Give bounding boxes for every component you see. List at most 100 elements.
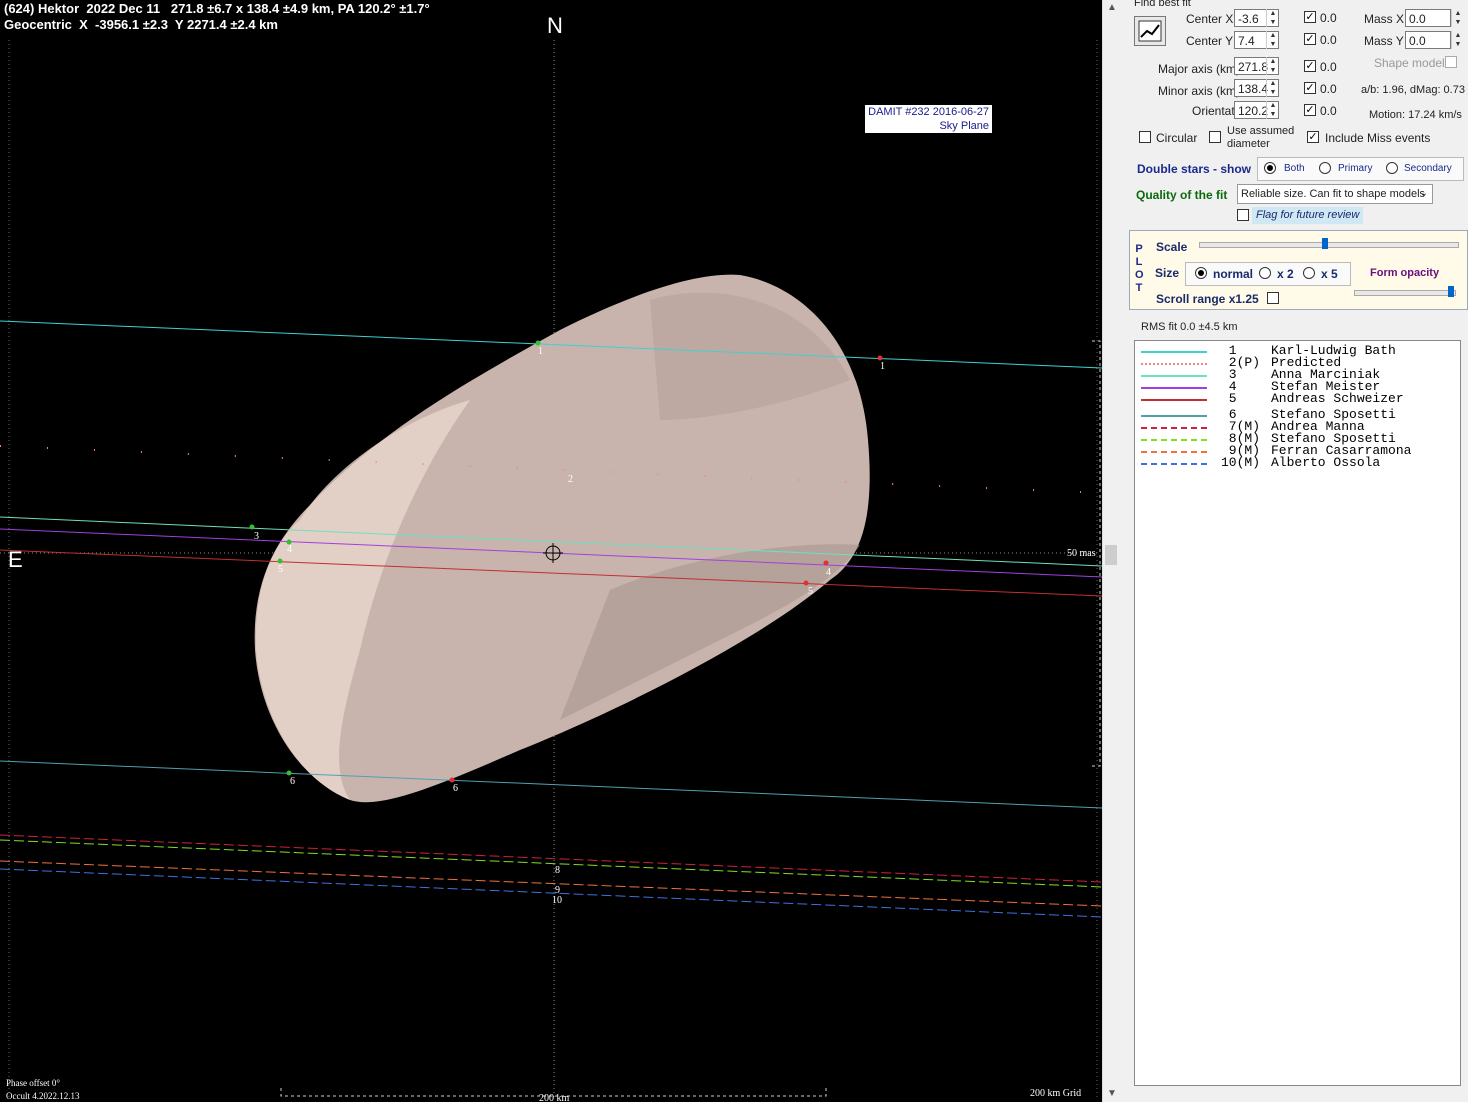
scroll-range-checkbox[interactable] [1267,292,1279,304]
damit-label: DAMIT #232 2016-06-27 Sky Plane [865,105,992,133]
chord-6 [0,760,1102,809]
flag-label: Flag for future review [1252,207,1363,224]
legend-number: 5 [1221,391,1237,406]
svg-text:6: 6 [453,783,458,794]
minor-axis-spinner[interactable]: ▲ ▼ [1266,79,1279,97]
scroll-up-icon[interactable]: ▲ [1107,2,1117,13]
occultation-plot[interactable]: 1 1 2 3 4 5 4 5 6 6 8 9 10 (624) Hektor … [0,0,1102,1102]
size-x2-radio[interactable] [1259,267,1271,279]
center-y-checkbox[interactable]: ✓ [1304,33,1316,45]
double-stars-label: Double stars - show [1137,162,1252,176]
center-y-value: 0.0 [1320,33,1337,47]
plot-scrollbar[interactable]: ▲ ▼ [1102,0,1120,1102]
legend-swatch [1141,387,1207,389]
mass-x-input[interactable]: 0.0 [1405,9,1451,27]
quality-value: Reliable size. Can fit to shape models [1241,188,1426,200]
orientation-spinner[interactable]: ▲ ▼ [1266,101,1279,119]
include-miss-checkbox[interactable]: ✓ [1307,131,1319,143]
center-x-checkbox[interactable]: ✓ [1304,11,1316,23]
opacity-slider-thumb[interactable] [1448,286,1454,297]
legend-observer: Alberto Ossola [1271,455,1381,470]
svg-text:8: 8 [555,865,560,876]
plot-letter: O [1135,269,1144,281]
event-marker [535,340,541,346]
svg-text:4: 4 [287,544,292,555]
ab-dmag-label: a/b: 1.96, dMag: 0.73 [1361,84,1465,96]
legend-row: 10(M) Alberto Ossola [1135,455,1455,470]
plot-vertical-label: P L O T [1135,243,1144,295]
event-marker [277,558,283,564]
chord-9 [0,860,1102,907]
center-x-spinner[interactable]: ▲ ▼ [1266,9,1279,27]
use-assumed-label: Use assumed [1227,125,1295,137]
flag-checkbox[interactable] [1237,209,1249,221]
scroll-range-label: Scroll range x1.25 [1156,292,1259,306]
scale-label: Scale [1156,240,1188,254]
svg-text:5: 5 [278,564,283,575]
size-x5-label: x 5 [1321,267,1338,281]
east-label: E [8,547,23,572]
mass-y-spinner[interactable]: ▲ ▼ [1451,31,1464,49]
header-line-1: (624) Hektor 2022 Dec 11 271.8 ±6.7 x 13… [4,1,430,16]
plot-letter: P [1135,243,1143,255]
legend-swatch [1141,451,1207,453]
header-line-2: Geocentric X -3956.1 ±2.3 Y 2271.4 ±2.4 … [4,17,278,32]
event-marker [286,770,292,776]
diameter-label: diameter [1227,138,1270,150]
legend-swatch [1141,415,1207,417]
secondary-radio[interactable] [1386,162,1398,174]
size-x2-label: x 2 [1277,267,1294,281]
fit-chart-icon [1138,20,1162,42]
scale-slider[interactable] [1199,242,1459,248]
motion-label: Motion: 17.24 km/s [1369,109,1462,121]
legend-swatch [1141,375,1207,377]
event-marker [877,355,883,361]
center-x-label: Center X [1186,12,1234,26]
chord-10 [0,868,1102,918]
use-assumed-checkbox[interactable] [1209,131,1221,143]
size-x5-radio[interactable] [1303,267,1315,279]
event-marker [803,580,809,586]
opacity-slider[interactable] [1354,290,1456,296]
circular-checkbox[interactable] [1139,131,1151,143]
svg-text:1: 1 [538,346,543,357]
primary-radio[interactable] [1319,162,1331,174]
scroll-down-icon[interactable]: ▼ [1107,1088,1117,1099]
legend-number: 10(M) [1221,455,1261,470]
scroll-thumb[interactable] [1105,545,1117,565]
legend-swatch [1141,351,1207,353]
minor-axis-checkbox[interactable]: ✓ [1304,82,1316,94]
event-marker [249,524,255,530]
rms-label: RMS fit 0.0 ±4.5 km [1141,321,1238,333]
size-normal-radio[interactable] [1195,267,1207,279]
size-label: Size [1155,266,1180,280]
quality-dropdown[interactable]: Reliable size. Can fit to shape models ⌄ [1237,184,1433,204]
scale-slider-thumb[interactable] [1322,238,1328,249]
mass-y-input[interactable]: 0.0 [1405,31,1451,49]
find-best-fit-button[interactable] [1134,16,1166,46]
legend-swatch [1141,439,1207,441]
damit-line-1: DAMIT #232 2016-06-27 [868,106,989,118]
legend-swatch [1141,363,1207,365]
major-axis-spinner[interactable]: ▲ ▼ [1266,57,1279,75]
both-radio[interactable] [1264,162,1276,174]
svg-text:4: 4 [826,567,831,578]
mass-x-spinner[interactable]: ▲ ▼ [1451,9,1464,27]
orientation-checkbox[interactable]: ✓ [1304,104,1316,116]
fit-panel: Find best fit Center X -3.6 ▲ ▼ ✓ 0.0 Cen… [1121,0,1468,1102]
observer-legend: 1 Karl-Ludwig Bath 2(P) Predicted 3 Anna Ma… [1134,340,1461,1086]
center-y-spinner[interactable]: ▲ ▼ [1266,31,1279,49]
shape-model-checkbox[interactable] [1445,56,1457,68]
scale-km-label: 200 km [539,1093,570,1102]
plot-letter: T [1135,282,1143,294]
orientation-value: 0.0 [1320,104,1337,118]
major-axis-value: 0.0 [1320,60,1337,74]
chord-8 [0,839,1102,888]
major-axis-checkbox[interactable]: ✓ [1304,60,1316,72]
circular-label: Circular [1156,131,1198,145]
mass-y-label: Mass Y [1364,34,1404,48]
legend-observer: Andreas Schweizer [1271,391,1404,406]
plot-canvas: 1 1 2 3 4 5 4 5 6 6 8 9 10 [0,40,1102,1100]
secondary-label: Secondary [1404,163,1452,174]
grid-label: 200 km Grid [1030,1088,1082,1099]
